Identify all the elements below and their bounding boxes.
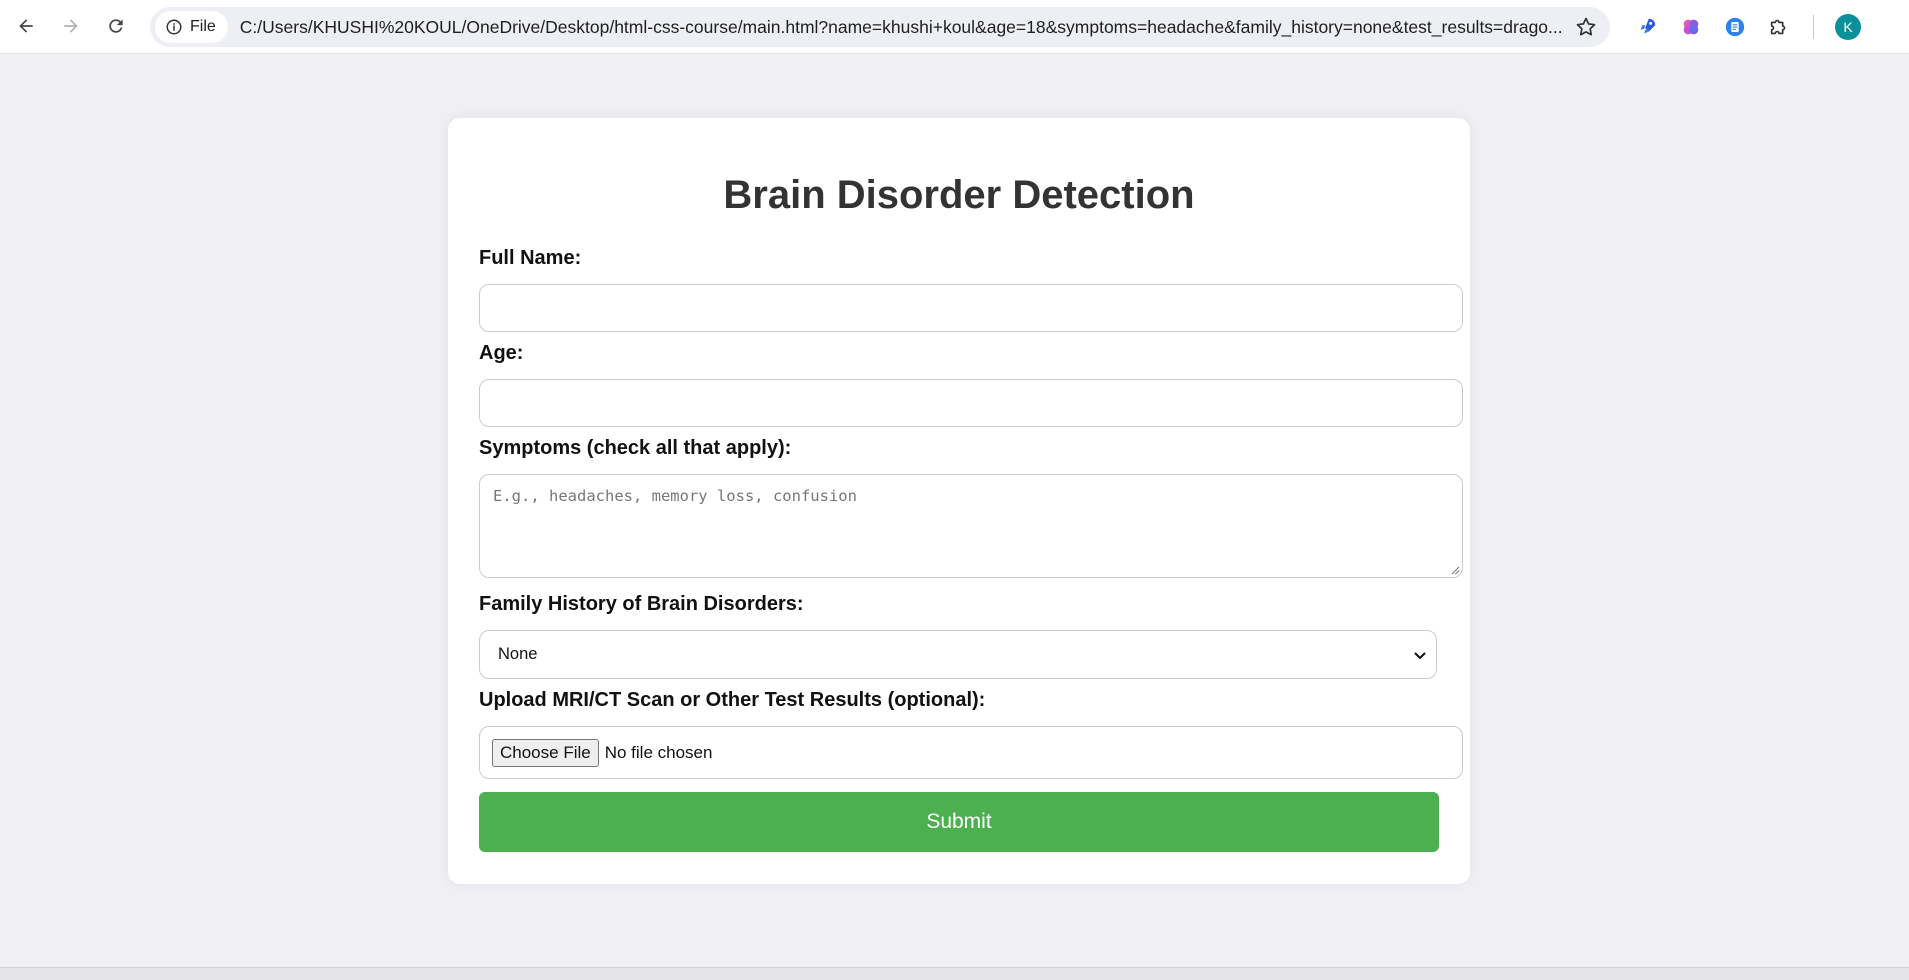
full-name-label: Full Name: xyxy=(479,247,582,269)
detection-form-card: Brain Disorder Detection Full Name: Age:… xyxy=(448,118,1470,884)
reload-button[interactable] xyxy=(98,8,134,44)
arrow-left-icon xyxy=(19,19,33,33)
profile-button[interactable]: K xyxy=(1826,5,1870,49)
back-button[interactable] xyxy=(8,8,44,44)
extension-rocket[interactable] xyxy=(1625,5,1669,49)
age-label: Age: xyxy=(479,342,524,364)
page-title: Brain Disorder Detection xyxy=(723,173,1195,217)
extension-docs[interactable] xyxy=(1713,5,1757,49)
brain-icon xyxy=(1683,19,1699,34)
full-name-input[interactable] xyxy=(479,284,1463,332)
upload-label: Upload MRI/CT Scan or Other Test Results… xyxy=(479,689,986,711)
site-chip-label: File xyxy=(190,18,216,35)
info-icon xyxy=(166,19,182,35)
taskbar-strip xyxy=(0,967,1909,980)
rocket-icon xyxy=(1640,18,1656,33)
choose-file-button[interactable]: Choose File xyxy=(492,738,599,767)
forward-button[interactable] xyxy=(53,8,89,44)
address-bar[interactable]: File C:/Users/KHUSHI%20KOUL/OneDrive/Des… xyxy=(150,7,1610,47)
chevron-down-icon xyxy=(1414,652,1426,660)
resize-handle-icon[interactable] xyxy=(1450,565,1460,575)
symptoms-placeholder: E.g., headaches, memory loss, confusion xyxy=(493,487,857,505)
bookmark-star-icon[interactable] xyxy=(1574,15,1598,39)
family-history-select[interactable]: None xyxy=(479,630,1437,679)
arrow-right-icon xyxy=(64,19,78,33)
file-status-text: No file chosen xyxy=(604,742,713,762)
puzzle-piece-icon xyxy=(1770,19,1786,34)
extension-brain[interactable] xyxy=(1669,5,1713,49)
family-history-label: Family History of Brain Disorders: xyxy=(479,593,804,615)
browser-toolbar: File C:/Users/KHUSHI%20KOUL/OneDrive/Des… xyxy=(0,0,1909,54)
extensions-menu-button[interactable] xyxy=(1757,5,1801,49)
symptoms-label: Symptoms (check all that apply): xyxy=(479,437,792,459)
age-input[interactable] xyxy=(479,379,1463,427)
symptoms-textarea[interactable]: E.g., headaches, memory loss, confusion xyxy=(479,474,1463,578)
file-upload-field[interactable]: Choose File No file chosen xyxy=(479,726,1463,779)
avatar: K xyxy=(1835,13,1861,40)
family-history-selected: None xyxy=(498,645,538,663)
submit-button[interactable]: Submit xyxy=(479,792,1439,852)
reload-icon xyxy=(109,19,123,33)
extensions-area: K xyxy=(1625,0,1870,53)
site-info-chip[interactable]: File xyxy=(155,11,228,43)
document-icon xyxy=(1725,17,1745,36)
url-text[interactable]: C:/Users/KHUSHI%20KOUL/OneDrive/Desktop/… xyxy=(240,17,1600,38)
toolbar-divider xyxy=(1813,14,1814,39)
